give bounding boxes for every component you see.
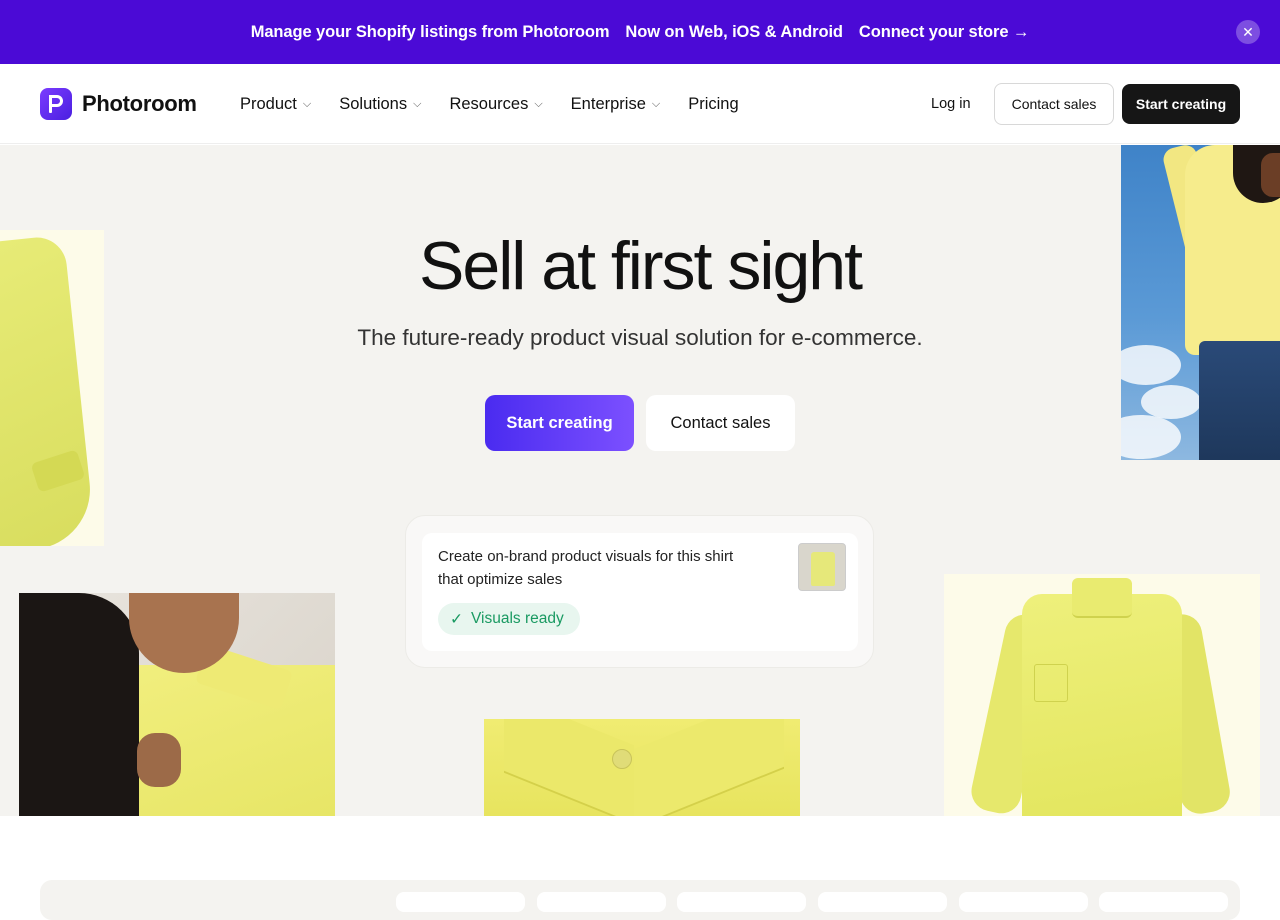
- feature-tile: [396, 892, 525, 912]
- logo[interactable]: Photoroom: [40, 88, 197, 120]
- chevron-down-icon: ⌵: [534, 97, 543, 110]
- nav-label: Resources: [449, 94, 529, 113]
- nav-enterprise[interactable]: Enterprise ⌵: [571, 92, 661, 116]
- photoroom-logo-icon: [40, 88, 72, 120]
- start-creating-button[interactable]: Start creating: [485, 395, 634, 451]
- contact-sales-button[interactable]: Contact sales: [646, 395, 795, 451]
- shirt-product-photo: [944, 574, 1260, 816]
- chevron-down-icon: ⌵: [651, 97, 661, 110]
- status-text: Visuals ready: [471, 610, 564, 627]
- feature-tile: [1099, 892, 1228, 912]
- shirt-thumbnail: [798, 543, 846, 591]
- nav-label: Solutions: [339, 94, 408, 113]
- nav-resources[interactable]: Resources ⌵: [449, 92, 542, 116]
- hero-section: Sell at first sight The future-ready pro…: [0, 145, 1280, 816]
- nav-pricing[interactable]: Pricing: [688, 92, 738, 116]
- nav-product[interactable]: Product ⌵: [240, 92, 311, 116]
- nav-label: Enterprise: [570, 94, 646, 113]
- prompt-text: Create on-brand product visuals for this…: [438, 548, 734, 588]
- header-start-creating-button[interactable]: Start creating: [1122, 84, 1240, 124]
- chevron-down-icon: ⌵: [302, 97, 312, 110]
- connect-store-link[interactable]: Connect your store →: [859, 23, 1029, 42]
- feature-tile: [677, 892, 806, 912]
- chevron-down-icon: ⌵: [413, 97, 422, 110]
- hero-subtitle: The future-ready product visual solution…: [357, 325, 923, 350]
- promo-platforms: Now on Web, iOS & Android: [625, 22, 843, 41]
- logo-text: Photoroom: [82, 91, 197, 116]
- feature-tile: [959, 892, 1088, 912]
- feature-tile: [537, 892, 666, 912]
- site-header: Photoroom Product ⌵ Solutions ⌵ Resource…: [0, 64, 1280, 144]
- login-link[interactable]: Log in: [931, 96, 971, 112]
- collar-detail-photo: [484, 719, 800, 816]
- close-icon[interactable]: ✕: [1236, 20, 1260, 44]
- promo-banner: Manage your Shopify listings from Photor…: [0, 0, 1280, 64]
- nav-solutions[interactable]: Solutions ⌵: [339, 92, 421, 116]
- check-icon: ✓: [450, 610, 463, 628]
- nav-label: Pricing: [688, 94, 739, 113]
- nav-label: Product: [240, 94, 297, 113]
- prompt-card: Create on-brand product visuals for this…: [422, 533, 858, 651]
- promo-text: Manage your Shopify listings from Photor…: [250, 22, 610, 41]
- hero-title: Sell at first sight: [419, 228, 863, 304]
- main-nav: Product ⌵ Solutions ⌵ Resources ⌵ Enterp…: [240, 92, 767, 116]
- feature-tile: [818, 892, 947, 912]
- status-badge: ✓ Visuals ready: [438, 603, 580, 635]
- model-closeup-photo: [19, 593, 335, 816]
- header-contact-sales-button[interactable]: Contact sales: [994, 83, 1114, 125]
